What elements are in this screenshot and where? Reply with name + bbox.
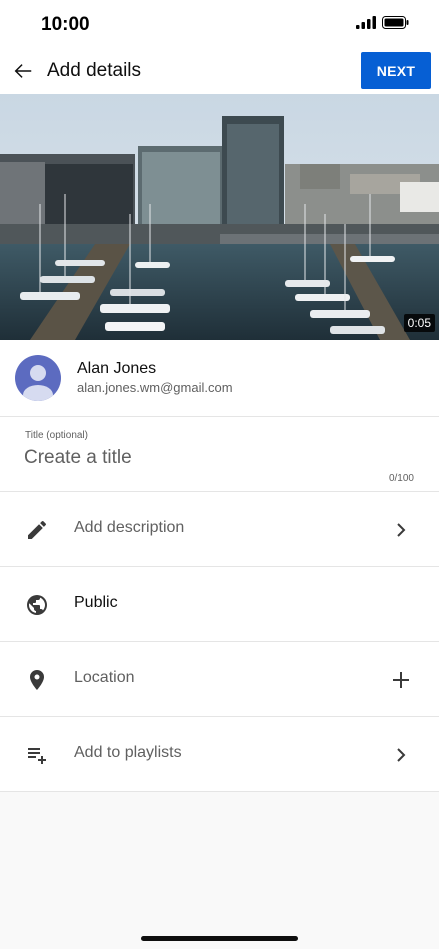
status-time: 10:00 xyxy=(41,14,90,35)
location-label: Location xyxy=(74,669,135,686)
duration-badge: 0:05 xyxy=(403,314,435,332)
status-icons xyxy=(356,16,409,29)
signal-icon xyxy=(356,16,376,29)
account-email: alan.jones.wm@gmail.com xyxy=(77,380,233,395)
add-description-label: Add description xyxy=(74,519,185,536)
video-preview[interactable]: 0:05 xyxy=(0,94,439,340)
home-indicator[interactable] xyxy=(141,936,298,941)
chevron-right-icon xyxy=(397,523,406,537)
location-row[interactable]: Location xyxy=(0,642,439,717)
avatar xyxy=(15,355,61,401)
page-title: Add details xyxy=(47,60,142,81)
location-pin-icon xyxy=(30,670,44,690)
add-description-row[interactable]: Add description xyxy=(0,492,439,567)
title-label: Title (optional) xyxy=(25,430,88,441)
status-bar: 10:00 xyxy=(0,0,439,48)
visibility-row[interactable]: Public xyxy=(0,567,439,642)
pencil-icon xyxy=(28,520,47,539)
title-input[interactable] xyxy=(24,445,404,471)
battery-icon xyxy=(382,16,409,29)
globe-icon xyxy=(27,595,47,615)
account-row: Alan Jones alan.jones.wm@gmail.com xyxy=(0,340,439,417)
app-bar: Add details NEXT xyxy=(0,48,439,94)
add-to-playlists-label: Add to playlists xyxy=(74,744,182,761)
title-field: Title (optional) 0/100 xyxy=(0,417,439,492)
next-button[interactable]: NEXT xyxy=(361,52,431,89)
back-button[interactable] xyxy=(8,56,38,86)
arrow-back-icon xyxy=(14,64,32,78)
playlist-add-icon xyxy=(28,748,46,764)
plus-icon[interactable] xyxy=(389,668,413,692)
chevron-right-icon xyxy=(397,748,406,762)
account-name: Alan Jones xyxy=(77,360,157,377)
user-icon xyxy=(23,365,53,401)
title-counter: 0/100 xyxy=(388,473,414,484)
add-to-playlists-row[interactable]: Add to playlists xyxy=(0,717,439,792)
video-thumbnail xyxy=(0,94,439,340)
visibility-label: Public xyxy=(74,594,118,611)
